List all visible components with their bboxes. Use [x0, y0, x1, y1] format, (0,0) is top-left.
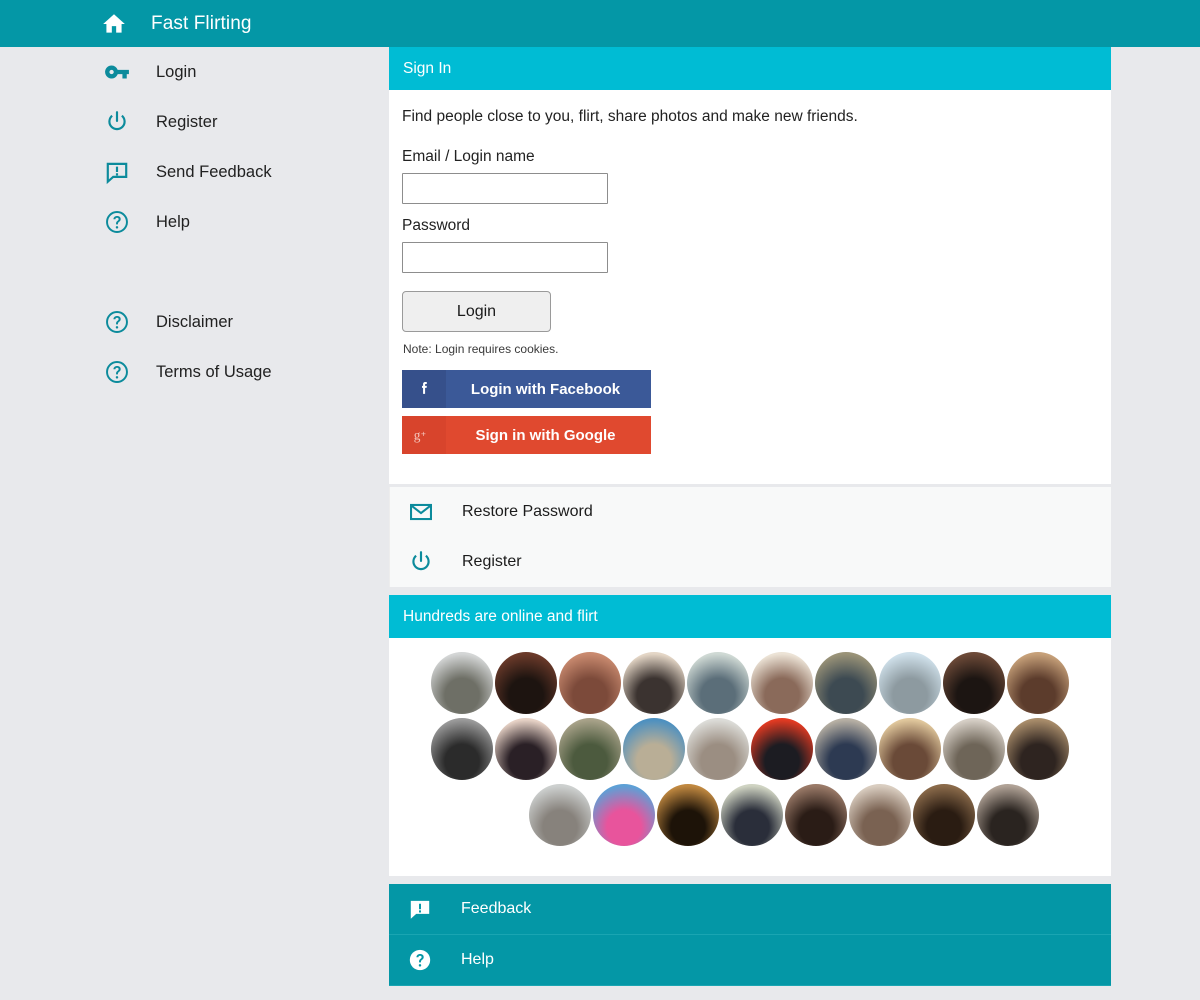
google-signin-label: Sign in with Google	[475, 426, 616, 444]
avatar-9[interactable]	[943, 652, 1005, 714]
facebook-login-label: Login with Facebook	[470, 380, 621, 398]
sidebar-item-send-feedback[interactable]: Send Feedback	[0, 147, 389, 197]
sidebar-item-label: Terms of Usage	[156, 362, 272, 381]
sidebar-item-disclaimer[interactable]: Disclaimer	[0, 297, 389, 347]
google-plus-icon: g +	[402, 416, 446, 454]
online-users-header: Hundreds are online and flirt	[389, 595, 1111, 638]
question-circle-icon	[106, 311, 128, 333]
avatar-row	[389, 718, 1111, 780]
home-icon[interactable]	[101, 11, 127, 37]
signin-header-label: Sign In	[403, 59, 452, 77]
avatar-5[interactable]	[687, 652, 749, 714]
app-title: Fast Flirting	[151, 12, 252, 34]
signin-intro: Find people close to you, flirt, share p…	[402, 108, 858, 125]
footer-help-label: Help	[461, 951, 494, 968]
avatar-23[interactable]	[657, 784, 719, 846]
avatar-24[interactable]	[721, 784, 783, 846]
avatar-26[interactable]	[849, 784, 911, 846]
avatar-18[interactable]	[879, 718, 941, 780]
sidebar-item-help[interactable]: Help	[0, 197, 389, 247]
sidebar-item-label: Help	[156, 212, 190, 231]
sidebar: Login Register Send Feedback Help Discla…	[0, 47, 389, 1000]
avatar-10[interactable]	[1007, 652, 1069, 714]
sidebar-item-label: Login	[156, 62, 197, 81]
svg-text:g: g	[414, 428, 421, 443]
signin-body: Find people close to you, flirt, share p…	[389, 90, 1111, 484]
avatar-1[interactable]	[431, 652, 493, 714]
avatar-6[interactable]	[751, 652, 813, 714]
question-circle-icon	[106, 361, 128, 383]
restore-password-link[interactable]: Restore Password	[390, 487, 1111, 537]
svg-text:+: +	[421, 429, 426, 439]
avatar-27[interactable]	[913, 784, 975, 846]
envelope-icon	[410, 503, 432, 521]
sidebar-item-login[interactable]: Login	[0, 47, 389, 97]
email-label: Email / Login name	[402, 148, 535, 165]
avatar-21[interactable]	[529, 784, 591, 846]
avatar-25[interactable]	[785, 784, 847, 846]
avatar-row	[389, 652, 1111, 714]
register-label: Register	[462, 553, 522, 570]
password-input[interactable]	[402, 242, 608, 273]
sidebar-item-label: Disclaimer	[156, 312, 234, 331]
avatar-row	[389, 784, 1111, 846]
avatar-28[interactable]	[977, 784, 1039, 846]
avatar-14[interactable]	[623, 718, 685, 780]
restore-password-label: Restore Password	[462, 503, 593, 520]
feedback-bubble-icon	[106, 162, 128, 185]
sidebar-item-terms-of-usage[interactable]: Terms of Usage	[0, 347, 389, 397]
main-content: Sign In Find people close to you, flirt,…	[389, 47, 1111, 986]
avatar-2[interactable]	[495, 652, 557, 714]
account-links-card: Restore Password Register	[389, 487, 1111, 587]
avatar-13[interactable]	[559, 718, 621, 780]
google-signin-button[interactable]: g + Sign in with Google	[402, 416, 651, 454]
avatar-15[interactable]	[687, 718, 749, 780]
top-bar: Fast Flirting	[0, 0, 1200, 47]
avatar-17[interactable]	[815, 718, 877, 780]
power-icon	[412, 551, 430, 571]
avatar-7[interactable]	[815, 652, 877, 714]
avatar-grid	[389, 638, 1111, 846]
password-label: Password	[402, 217, 471, 234]
feedback-bubble-filled-icon	[410, 900, 430, 919]
email-input[interactable]	[402, 173, 608, 204]
avatar-3[interactable]	[559, 652, 621, 714]
avatar-16[interactable]	[751, 718, 813, 780]
key-icon	[105, 65, 129, 79]
question-circle-filled-icon	[409, 949, 431, 971]
avatar-19[interactable]	[943, 718, 1005, 780]
avatar-20[interactable]	[1007, 718, 1069, 780]
sidebar-item-label: Register	[156, 112, 218, 131]
avatar-8[interactable]	[879, 652, 941, 714]
signin-card: Sign In Find people close to you, flirt,…	[389, 47, 1111, 484]
sidebar-item-label: Send Feedback	[156, 162, 272, 181]
avatar-12[interactable]	[495, 718, 557, 780]
power-icon	[108, 111, 126, 131]
online-users-header-label: Hundreds are online and flirt	[403, 607, 598, 625]
footer-feedback-label: Feedback	[461, 900, 532, 917]
facebook-icon	[402, 370, 446, 408]
question-circle-icon	[106, 211, 128, 233]
avatar-11[interactable]	[431, 718, 493, 780]
cookies-note: Note: Login requires cookies.	[403, 342, 559, 356]
avatar-22[interactable]	[593, 784, 655, 846]
footer-spacer	[389, 876, 1111, 884]
sidebar-divider-gap	[0, 247, 389, 297]
footer-help-button[interactable]: Help	[389, 935, 1111, 986]
register-link[interactable]: Register	[390, 537, 1111, 587]
footer-feedback-button[interactable]: Feedback	[389, 884, 1111, 935]
avatar-4[interactable]	[623, 652, 685, 714]
login-button[interactable]: Login	[402, 291, 551, 332]
online-users-card: Hundreds are online and flirt	[389, 595, 1111, 876]
facebook-login-button[interactable]: Login with Facebook	[402, 370, 651, 408]
sidebar-item-register[interactable]: Register	[0, 97, 389, 147]
signin-header: Sign In	[389, 47, 1111, 90]
